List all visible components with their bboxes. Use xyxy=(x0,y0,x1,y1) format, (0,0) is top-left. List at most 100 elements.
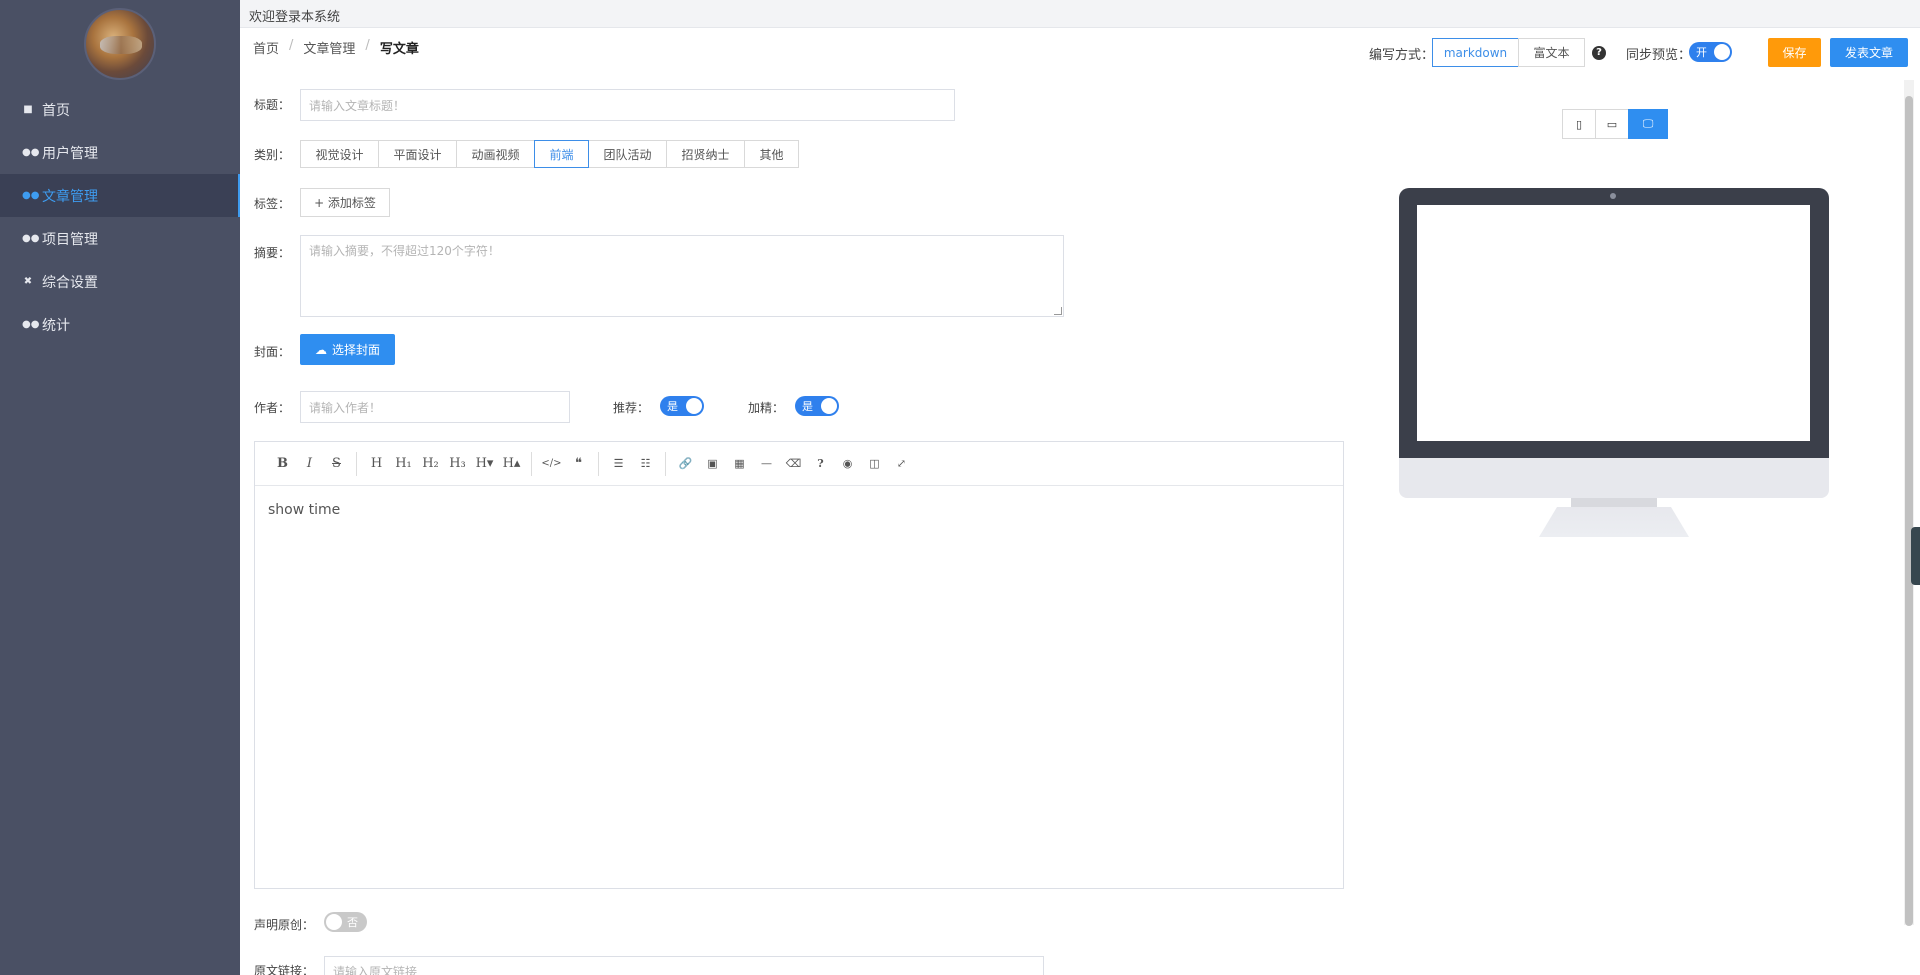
original-label: 声明原创： xyxy=(254,918,315,932)
monitor-stand xyxy=(1539,507,1689,537)
recommend-toggle[interactable]: 是 xyxy=(660,396,704,416)
title-input[interactable]: 请输入文章标题！ xyxy=(300,89,955,121)
heading-1-icon[interactable]: H₁ xyxy=(390,450,417,478)
resize-handle[interactable] xyxy=(1054,307,1062,315)
category-label: 类别： xyxy=(254,148,291,162)
stats-icon: ●● xyxy=(22,319,40,330)
home-icon: ■ xyxy=(23,104,33,115)
help-icon[interactable]: ? xyxy=(1592,46,1606,60)
publish-button[interactable]: 发表文章 xyxy=(1830,38,1908,67)
mode-richtext-button[interactable]: 富文本 xyxy=(1518,38,1585,67)
help-icon[interactable]: ? xyxy=(807,450,834,478)
save-button[interactable]: 保存 xyxy=(1768,38,1821,67)
ordered-list-icon[interactable]: ☷ xyxy=(632,450,659,478)
tablet-icon[interactable]: ▭ xyxy=(1595,109,1629,139)
device-switch: ▯ ▭ 🖵 xyxy=(1562,109,1668,139)
breadcrumb-current: 写文章 xyxy=(379,42,419,57)
cover-label: 封面： xyxy=(254,345,291,359)
italic-icon[interactable]: I xyxy=(296,450,323,478)
editor-content[interactable]: show time xyxy=(255,486,1343,534)
category-recruit[interactable]: 招贤纳士 xyxy=(666,140,745,168)
category-animation[interactable]: 动画视频 xyxy=(456,140,535,168)
eye-icon[interactable]: ◉ xyxy=(834,450,861,478)
article-icon: ●● xyxy=(22,190,40,201)
sidebar-item-stats[interactable]: ●● 统计 xyxy=(0,303,240,346)
markdown-editor: B I S H H₁ H₂ H₃ H▾ H▴ </> ❝ ☰ ☷ 🔗 ▣ ▦ —… xyxy=(254,441,1344,889)
bold-icon[interactable]: B xyxy=(269,450,296,478)
horizontal-rule-icon[interactable]: — xyxy=(753,450,780,478)
heading-icon[interactable]: H xyxy=(363,450,390,478)
category-other[interactable]: 其他 xyxy=(744,140,799,168)
breadcrumb-home[interactable]: 首页 xyxy=(253,38,279,57)
desktop-icon[interactable]: 🖵 xyxy=(1628,109,1668,139)
settings-icon: ✖ xyxy=(23,276,33,287)
add-tag-button[interactable]: + 添加标签 xyxy=(300,188,390,217)
sidebar-item-label: 综合设置 xyxy=(42,274,98,291)
toggle-text: 是 xyxy=(802,400,813,413)
sidebar-item-projects[interactable]: ●● 项目管理 xyxy=(0,217,240,260)
side-drawer-handle[interactable] xyxy=(1911,527,1920,585)
breadcrumb-separator: / xyxy=(289,38,294,53)
sidebar-item-label: 统计 xyxy=(42,317,70,334)
toggle-text: 否 xyxy=(347,916,358,929)
sidebar-item-articles[interactable]: ●● 文章管理 xyxy=(0,174,240,217)
featured-label: 加精： xyxy=(748,401,785,415)
editor-toolbar: B I S H H₁ H₂ H₃ H▾ H▴ </> ❝ ☰ ☷ 🔗 ▣ ▦ —… xyxy=(255,442,1343,486)
source-label: 原文链接： xyxy=(254,964,315,975)
avatar[interactable] xyxy=(84,8,156,80)
split-view-icon[interactable]: ◫ xyxy=(861,450,888,478)
sync-preview-toggle[interactable]: 开 xyxy=(1689,42,1732,62)
toggle-knob xyxy=(326,914,342,930)
quote-icon[interactable]: ❝ xyxy=(565,450,592,478)
sync-preview-label: 同步预览： xyxy=(1626,48,1692,63)
sidebar-item-users[interactable]: ●● 用户管理 xyxy=(0,131,240,174)
heading-2-icon[interactable]: H₂ xyxy=(417,450,444,478)
upload-cloud-icon: ☁ xyxy=(314,342,327,357)
mode-markdown-button[interactable]: markdown xyxy=(1432,38,1519,67)
sidebar-nav: ■ 首页 ●● 用户管理 ●● 文章管理 ●● 项目管理 ✖ 综合设置 ●● 统… xyxy=(0,88,240,346)
preview-display xyxy=(1417,205,1810,441)
toolbar-divider xyxy=(598,451,599,476)
title-label: 标题： xyxy=(254,98,291,112)
breadcrumb: 首页 / 文章管理 / 写文章 xyxy=(253,38,419,57)
category-group: 视觉设计 平面设计 动画视频 前端 团队活动 招贤纳士 其他 xyxy=(300,140,799,168)
recommend-label: 推荐： xyxy=(613,401,650,415)
link-icon[interactable]: 🔗 xyxy=(672,450,699,478)
sidebar-item-label: 首页 xyxy=(42,102,70,119)
fullscreen-icon[interactable]: ⤢ xyxy=(888,450,915,478)
toolbar-divider xyxy=(356,451,357,476)
project-icon: ●● xyxy=(22,233,40,244)
image-icon[interactable]: ▣ xyxy=(699,450,726,478)
welcome-text: 欢迎登录本系统 xyxy=(249,10,341,25)
strikethrough-icon[interactable]: S xyxy=(323,450,350,478)
category-graphic-design[interactable]: 平面设计 xyxy=(378,140,457,168)
monitor-neck xyxy=(1571,498,1657,507)
category-visual-design[interactable]: 视觉设计 xyxy=(300,140,379,168)
toggle-text: 开 xyxy=(1696,46,1707,59)
sidebar-item-label: 用户管理 xyxy=(42,145,98,162)
code-icon[interactable]: </> xyxy=(538,450,565,478)
category-team[interactable]: 团队活动 xyxy=(588,140,667,168)
table-icon[interactable]: ▦ xyxy=(726,450,753,478)
author-input[interactable]: 请输入作者！ xyxy=(300,391,570,423)
scrollbar-thumb[interactable] xyxy=(1905,96,1913,926)
category-frontend[interactable]: 前端 xyxy=(534,140,589,168)
choose-cover-button[interactable]: ☁ 选择封面 xyxy=(300,334,395,365)
heading-bigger-icon[interactable]: H▴ xyxy=(498,450,525,478)
mobile-icon[interactable]: ▯ xyxy=(1562,109,1596,139)
eraser-icon[interactable]: ⌫ xyxy=(780,450,807,478)
breadcrumb-section[interactable]: 文章管理 xyxy=(303,38,355,57)
write-mode-label: 编写方式： xyxy=(1369,48,1435,63)
unordered-list-icon[interactable]: ☰ xyxy=(605,450,632,478)
sidebar-item-home[interactable]: ■ 首页 xyxy=(0,88,240,131)
heading-3-icon[interactable]: H₃ xyxy=(444,450,471,478)
summary-textarea[interactable]: 请输入摘要，不得超过120个字符！ xyxy=(300,235,1064,317)
desktop-preview xyxy=(1399,188,1829,537)
heading-smaller-icon[interactable]: H▾ xyxy=(471,450,498,478)
featured-toggle[interactable]: 是 xyxy=(795,396,839,416)
source-input[interactable]: 请输入原文链接 xyxy=(324,956,1044,975)
sidebar-item-label: 文章管理 xyxy=(42,188,98,205)
sidebar-item-settings[interactable]: ✖ 综合设置 xyxy=(0,260,240,303)
toggle-knob xyxy=(686,398,702,414)
original-toggle[interactable]: 否 xyxy=(324,912,367,932)
